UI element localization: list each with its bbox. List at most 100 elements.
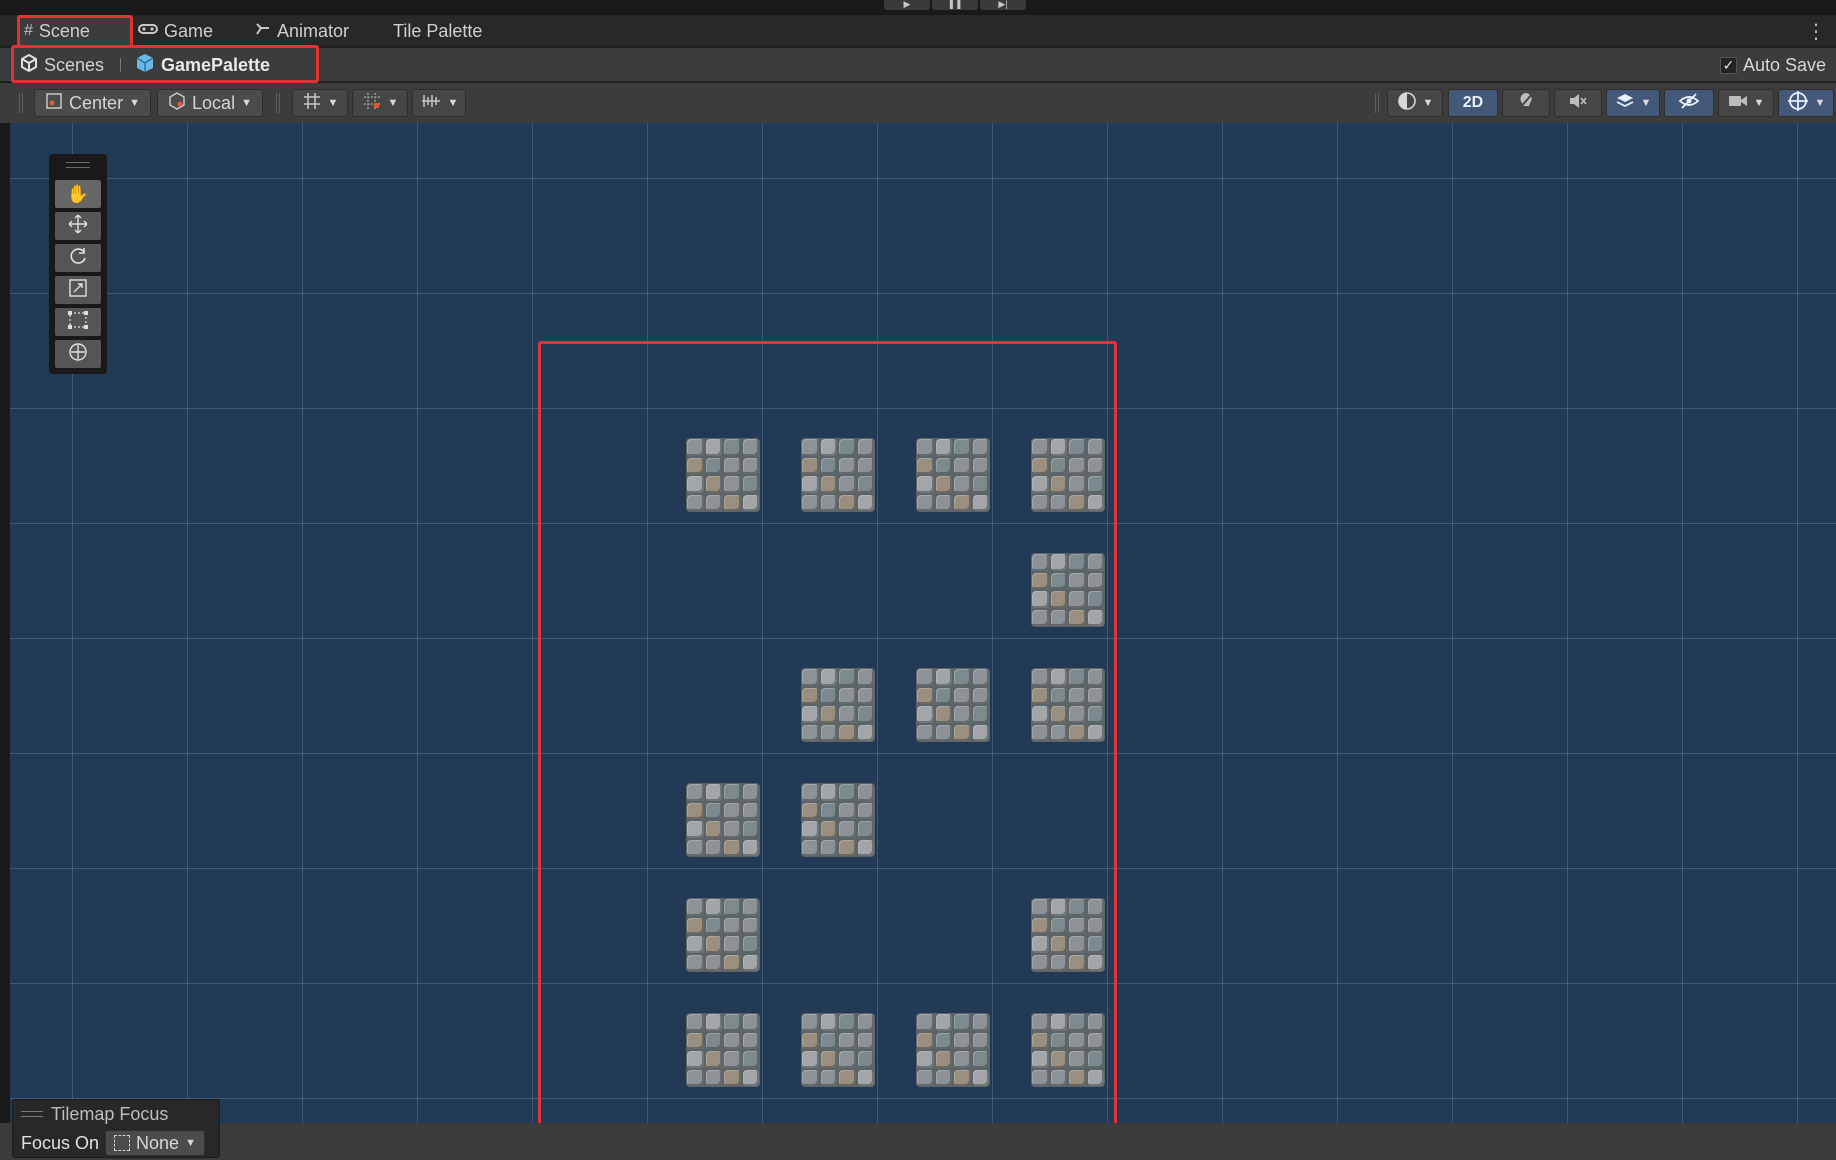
grid-line [1222, 123, 1223, 1123]
grid-line [187, 123, 188, 1123]
layers-icon [1615, 92, 1635, 114]
scene-visibility-toggle[interactable] [1664, 89, 1714, 117]
tilemap-focus-title: Tilemap Focus [51, 1103, 169, 1124]
toolbar-grip[interactable] [276, 93, 280, 113]
focus-on-value: None [136, 1132, 180, 1153]
move-tool-button[interactable] [55, 212, 101, 240]
chevron-down-icon: ▼ [1422, 97, 1434, 109]
kebab-menu-icon[interactable]: ⋮ [1806, 19, 1826, 44]
grid-line [10, 293, 1836, 294]
grid-line [1567, 123, 1568, 1123]
hand-tool-button[interactable]: ✋ [55, 180, 101, 208]
grid-line [532, 123, 533, 1123]
chevron-down-icon: ▼ [241, 97, 252, 109]
increment-snap-icon [362, 91, 382, 115]
scale-icon [68, 278, 88, 303]
pivot-mode-dropdown[interactable]: Center ▼ [34, 89, 151, 117]
grid-line [1797, 123, 1798, 1123]
gizmos-dropdown[interactable]: ▼ [1778, 89, 1834, 117]
grid-snap-button[interactable]: ▼ [292, 89, 348, 117]
tab-label: Game [164, 20, 214, 41]
chevron-down-icon: ▼ [129, 97, 140, 109]
mute-speaker-icon [1568, 92, 1588, 114]
increment-snap-button[interactable]: ▼ [352, 89, 408, 117]
tab-bar: # Scene Game Animator Tile Palette ⋮ [0, 15, 1836, 47]
step-button[interactable]: ▶| [980, 0, 1026, 10]
focus-on-label: Focus On [21, 1132, 100, 1153]
grid-line [1682, 123, 1683, 1123]
scene-viewport[interactable] [10, 123, 1836, 1123]
hand-icon: ✋ [66, 183, 90, 204]
tab-animator[interactable]: Animator [255, 15, 349, 47]
focus-on-dropdown[interactable]: None ▼ [105, 1130, 205, 1156]
play-controls: ▶ ❚❚ ▶| [884, 0, 1026, 10]
chevron-down-icon: ▼ [1814, 97, 1826, 109]
grid-snap-icon [302, 91, 322, 115]
scale-tool-button[interactable] [55, 276, 101, 304]
highlight-box-palette-area [538, 341, 1117, 1123]
grid-line [417, 123, 418, 1123]
rect-tool-button[interactable] [55, 308, 101, 336]
rotate-icon [67, 245, 89, 272]
checkbox-checked-icon[interactable]: ✓ [1719, 56, 1737, 74]
pivot-mode-label: Center [69, 92, 124, 113]
unity-scene-window: ▶ ❚❚ ▶| # Scene Game Animator Tile Palet… [0, 0, 1836, 1160]
scene-toolbar: Center ▼ Local ▼ ▼ ▼ ▼ ▼ 2D ▼ ▼ ▼ [0, 83, 1836, 123]
overlay-grip[interactable] [21, 1111, 43, 1117]
tilemap-focus-overlay: Tilemap Focus Focus On None ▼ [12, 1099, 220, 1158]
chevron-down-icon: ▼ [1753, 97, 1765, 109]
local-cube-icon [168, 92, 186, 114]
transform-icon [67, 341, 89, 368]
pivot-center-icon [45, 92, 63, 114]
autosave-toggle[interactable]: ✓ Auto Save [1719, 48, 1826, 82]
tilemap-focus-header[interactable]: Tilemap Focus [21, 1103, 168, 1125]
gamepad-icon [138, 22, 158, 40]
scene-camera-dropdown[interactable]: ▼ [1718, 89, 1774, 117]
grid-line [302, 123, 303, 1123]
focus-on-row: Focus On None ▼ [21, 1130, 205, 1156]
grid-line [10, 178, 1836, 179]
chevron-down-icon: ▼ [1640, 97, 1652, 109]
tab-label: Tile Palette [393, 20, 483, 41]
transform-tool-button[interactable] [55, 340, 101, 368]
chevron-down-icon: ▼ [185, 1137, 196, 1149]
pivot-rotation-label: Local [192, 92, 236, 113]
animator-icon [255, 22, 271, 41]
tools-overlay: ✋ [49, 154, 107, 374]
toggle-2d-button[interactable]: 2D [1448, 89, 1498, 117]
play-button[interactable]: ▶ [884, 0, 930, 10]
draw-mode-dropdown[interactable]: ▼ [1387, 89, 1443, 117]
chevron-down-icon: ▼ [447, 97, 459, 109]
overlay-grip[interactable] [66, 162, 90, 168]
grid-line [1452, 123, 1453, 1123]
gizmo-globe-icon [1787, 90, 1809, 116]
camera-icon [1728, 93, 1748, 113]
ruler-grid-icon [420, 92, 442, 114]
rotate-tool-button[interactable] [55, 244, 101, 272]
chevron-down-icon: ▼ [327, 97, 339, 109]
highlight-box-breadcrumb [11, 45, 319, 83]
audio-toggle[interactable] [1554, 89, 1602, 117]
pivot-rotation-dropdown[interactable]: Local ▼ [157, 89, 263, 117]
tab-tile-palette[interactable]: Tile Palette [393, 15, 482, 47]
left-edge [0, 48, 10, 1160]
effects-dropdown[interactable]: ▼ [1606, 89, 1660, 117]
chevron-down-icon: ▼ [387, 97, 399, 109]
toolbar-grip[interactable] [1375, 93, 1379, 113]
grid-line [1337, 123, 1338, 1123]
shading-sphere-icon [1397, 91, 1417, 115]
tab-game[interactable]: Game [138, 15, 213, 47]
bulb-icon [1517, 91, 1535, 115]
pause-button[interactable]: ❚❚ [932, 0, 978, 10]
toolbar-grip[interactable] [19, 93, 23, 113]
move-arrows-icon [67, 213, 89, 240]
rect-transform-icon [67, 310, 89, 335]
eye-hidden-icon [1678, 92, 1700, 114]
main-toolbar-strip: ▶ ❚❚ ▶| [0, 0, 1836, 15]
lighting-toggle[interactable] [1502, 89, 1550, 117]
mode-2d-label: 2D [1462, 94, 1484, 111]
scene-bottom-bar [0, 1123, 1836, 1160]
grid-visibility-button[interactable]: ▼ [412, 89, 466, 117]
autosave-label: Auto Save [1742, 54, 1826, 75]
tab-label: Animator [277, 20, 350, 41]
